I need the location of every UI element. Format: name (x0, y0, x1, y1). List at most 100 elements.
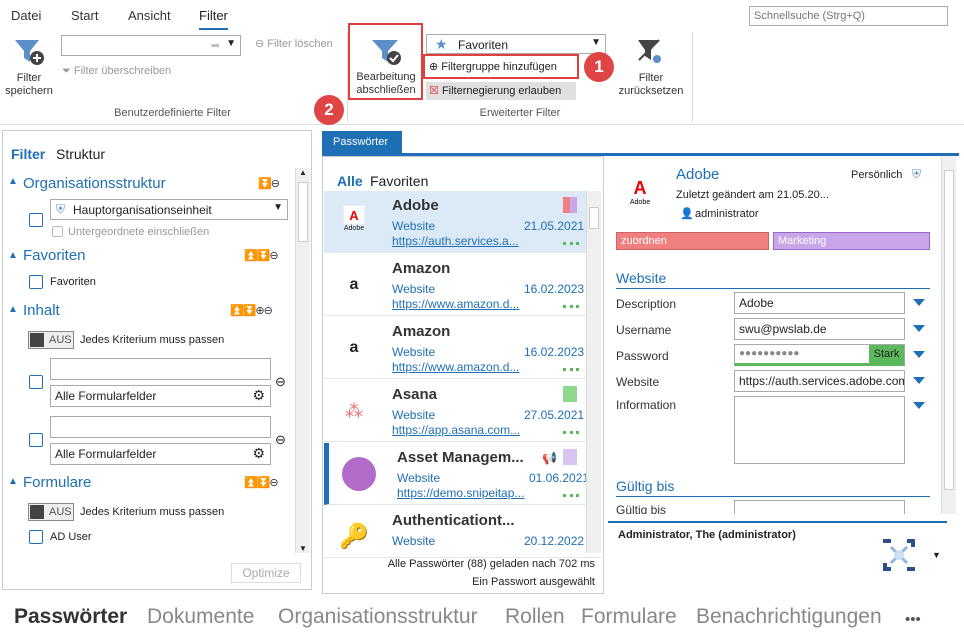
item-url[interactable]: https://app.asana.com... (392, 423, 522, 437)
collapse-icon[interactable]: ▲ (8, 304, 18, 315)
chevron-down-icon[interactable] (913, 299, 925, 306)
collapse-icon[interactable]: ▲ (8, 476, 18, 487)
scroll-thumb[interactable] (944, 170, 954, 490)
allow-negation-toggle[interactable]: ☒ Filternegierung erlauben (426, 82, 576, 100)
chevron-down-icon[interactable] (913, 402, 925, 409)
amazon-logo-icon: a (349, 276, 359, 293)
valid-until-field[interactable] (734, 500, 905, 514)
avatar[interactable] (877, 533, 921, 577)
chevron-down-icon[interactable]: ▼ (932, 550, 941, 560)
more-icon[interactable]: ••• (905, 611, 921, 628)
chevron-down-icon[interactable] (913, 351, 925, 358)
list-item[interactable]: a Amazon Website 16.02.2023 https://www.… (324, 317, 601, 379)
strength-indicator (563, 368, 579, 372)
detail-scrollbar[interactable] (941, 156, 956, 514)
remove-icon[interactable]: ⊖ (275, 374, 286, 390)
adobe-logo-icon: A Adobe (334, 205, 374, 239)
list-item[interactable]: Asset Managem... Website 01.06.2021 http… (324, 443, 601, 505)
scroll-thumb[interactable] (589, 207, 599, 229)
chevron-down-icon: ▼ (591, 37, 601, 48)
section-controls[interactable]: ⏫⏬⊖ (244, 249, 279, 262)
tab-start[interactable]: Start (71, 8, 98, 23)
gear-icon[interactable]: ⚙ (252, 387, 265, 404)
favorites-select[interactable]: ★ Favoriten ▼ (426, 34, 606, 54)
step-badge-2: 2 (314, 95, 344, 125)
section-controls[interactable]: ⏬⊖ (258, 177, 280, 190)
remove-icon[interactable]: ⊖ (275, 432, 286, 448)
asana-logo-icon: ⁂ (345, 401, 363, 421)
optimize-button[interactable]: Optimize (231, 563, 301, 583)
collapse-icon[interactable]: ▲ (8, 250, 18, 261)
item-url[interactable]: https://demo.snipeitap... (397, 486, 527, 500)
org-select[interactable]: ⛨ Hauptorganisationseinheit ▼ (50, 199, 288, 220)
list-item[interactable]: 🔑 Authenticationt... Website 20.12.2022 (324, 506, 601, 558)
favorites-checkbox[interactable] (29, 275, 43, 289)
nav-passwords[interactable]: Passwörter (14, 605, 127, 629)
list-header-all[interactable]: Alle (337, 173, 363, 189)
item-date: 27.05.2021 (524, 408, 585, 422)
adobe-logo-icon: A Adobe (629, 178, 651, 206)
tab-filter-panel[interactable]: Filter (11, 146, 45, 162)
scroll-down-icon[interactable]: ▼ (299, 544, 307, 553)
include-sub-checkbox[interactable] (52, 226, 63, 237)
left-scrollbar[interactable]: ▲ ▼ (295, 168, 310, 553)
highlight-box (348, 23, 423, 100)
tab-passwords[interactable]: Passwörter (322, 131, 402, 153)
tab-ansicht[interactable]: Ansicht (128, 8, 171, 23)
quick-search-input[interactable] (749, 6, 948, 26)
description-field[interactable]: Adobe (734, 292, 905, 314)
item-url[interactable]: https://www.amazon.d... (392, 360, 522, 374)
org-icon: ⛨ (56, 202, 66, 216)
list-item[interactable]: a Amazon Website 16.02.2023 https://www.… (324, 254, 601, 316)
gear-icon[interactable]: ⚙ (252, 445, 265, 462)
section-controls[interactable]: ⏫⏬⊖ (244, 476, 279, 489)
filter-clear-button[interactable]: ⊖ Filter löschen (255, 37, 333, 50)
chevron-down-icon[interactable] (913, 377, 925, 384)
scroll-thumb[interactable] (298, 182, 308, 242)
section-controls[interactable]: ⏫⏬⊕⊖ (230, 304, 273, 317)
tab-datei[interactable]: Datei (11, 8, 41, 23)
filter-select[interactable]: ➡ ▼ (61, 35, 241, 56)
content-text-input-2[interactable] (50, 416, 271, 438)
website-label: Website (616, 375, 660, 389)
filter-reset-button[interactable]: Filter zurücksetzen (614, 72, 688, 98)
content-checkbox-2[interactable] (29, 433, 43, 447)
nav-org-structure[interactable]: Organisationsstruktur (278, 605, 478, 629)
content-text-input-1[interactable] (50, 358, 271, 380)
ad-user-checkbox[interactable] (29, 530, 43, 544)
filter-overwrite-button[interactable]: ⏷ Filter überschreiben (62, 65, 171, 78)
list-item[interactable]: A Adobe Adobe Website 21.05.2021 https://… (324, 191, 601, 253)
group-label-custom: Benutzerdefinierte Filter (114, 107, 231, 119)
item-date: 01.06.2021 (529, 471, 590, 485)
username-field[interactable]: swu@pwslab.de (734, 318, 905, 340)
nav-roles[interactable]: Rollen (505, 605, 565, 629)
list-item[interactable]: ⁂ Asana Website 27.05.2021 https://app.a… (324, 380, 601, 442)
list-scrollbar[interactable] (586, 191, 601, 553)
forms-toggle[interactable]: AUS (28, 503, 74, 521)
detail-title: Adobe (676, 166, 720, 183)
close-box-icon: ☒ (429, 85, 439, 97)
item-url[interactable]: https://www.amazon.d... (392, 297, 522, 311)
information-label: Information (616, 398, 677, 412)
org-checkbox[interactable] (29, 213, 43, 227)
fields-select-2[interactable]: Alle Formularfelder ⚙ (50, 443, 271, 465)
filter-save-button[interactable]: Filter speichern (2, 72, 56, 98)
fields-select-1[interactable]: Alle Formularfelder ⚙ (50, 385, 271, 407)
tab-filter[interactable]: Filter (199, 8, 228, 30)
key-icon: 🔑 (339, 523, 369, 550)
nav-forms[interactable]: Formulare (581, 605, 677, 629)
website-field[interactable]: https://auth.services.adobe.com (734, 370, 905, 392)
scroll-up-icon[interactable]: ▲ (299, 168, 307, 177)
tab-structure[interactable]: Struktur (56, 146, 105, 162)
tag-zuordnen[interactable]: zuordnen (616, 232, 769, 250)
item-url[interactable]: https://auth.services.a... (392, 234, 522, 248)
information-textarea[interactable] (734, 396, 905, 464)
tag-marketing[interactable]: Marketing (773, 232, 930, 250)
content-toggle[interactable]: AUS (28, 331, 74, 349)
content-checkbox-1[interactable] (29, 375, 43, 389)
nav-documents[interactable]: Dokumente (147, 605, 254, 629)
chevron-down-icon[interactable] (913, 325, 925, 332)
last-changed: Zuletzt geändert am 21.05.20... (676, 189, 829, 201)
collapse-icon[interactable]: ▲ (8, 176, 18, 187)
nav-notifications[interactable]: Benachrichtigungen (696, 605, 882, 629)
